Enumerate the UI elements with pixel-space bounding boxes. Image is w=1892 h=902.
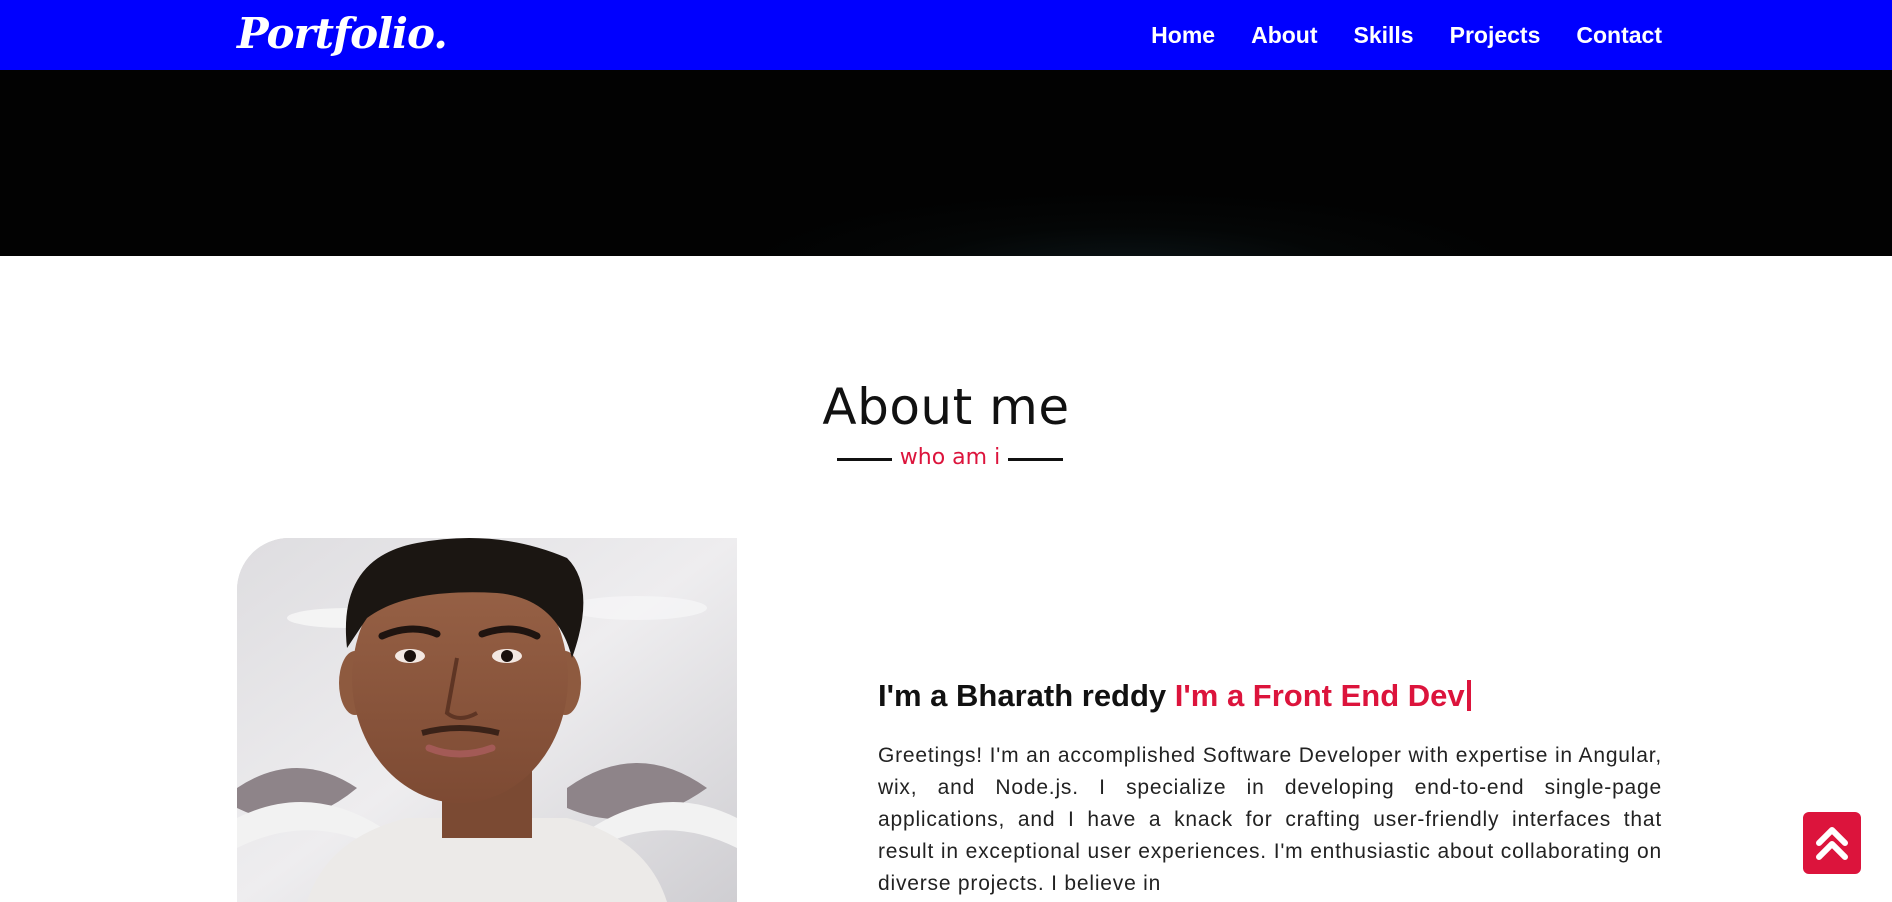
nav-item-skills[interactable]: Skills <box>1354 22 1414 49</box>
double-chevron-up-icon <box>1816 827 1848 860</box>
subtitle-divider-right <box>1008 458 1063 461</box>
typed-role: I'm a Front End Dev <box>1174 678 1465 713</box>
typing-cursor <box>1466 680 1471 711</box>
intro-heading: I'm a Bharath reddy I'm a Front End Dev <box>878 678 1678 714</box>
nav-item-about[interactable]: About <box>1251 22 1317 49</box>
navbar: Portfolio. Home About Skills Projects Co… <box>0 0 1892 70</box>
section-title: About me <box>822 378 1070 436</box>
nav-item-projects[interactable]: Projects <box>1450 22 1541 49</box>
nav-item-contact[interactable]: Contact <box>1576 22 1662 49</box>
about-description: Greetings! I'm an accomplished Software … <box>878 744 1662 895</box>
profile-photo <box>237 538 737 902</box>
scroll-to-top-button[interactable] <box>1803 812 1861 874</box>
site-logo[interactable]: Portfolio. <box>237 8 448 60</box>
nav-item-home[interactable]: Home <box>1151 22 1215 49</box>
section-subtitle-wrap: who am i <box>837 444 1063 474</box>
hero-banner <box>0 70 1892 256</box>
nav-menu: Home About Skills Projects Contact <box>1115 0 1662 70</box>
intro-name: I'm a Bharath reddy <box>878 678 1175 713</box>
